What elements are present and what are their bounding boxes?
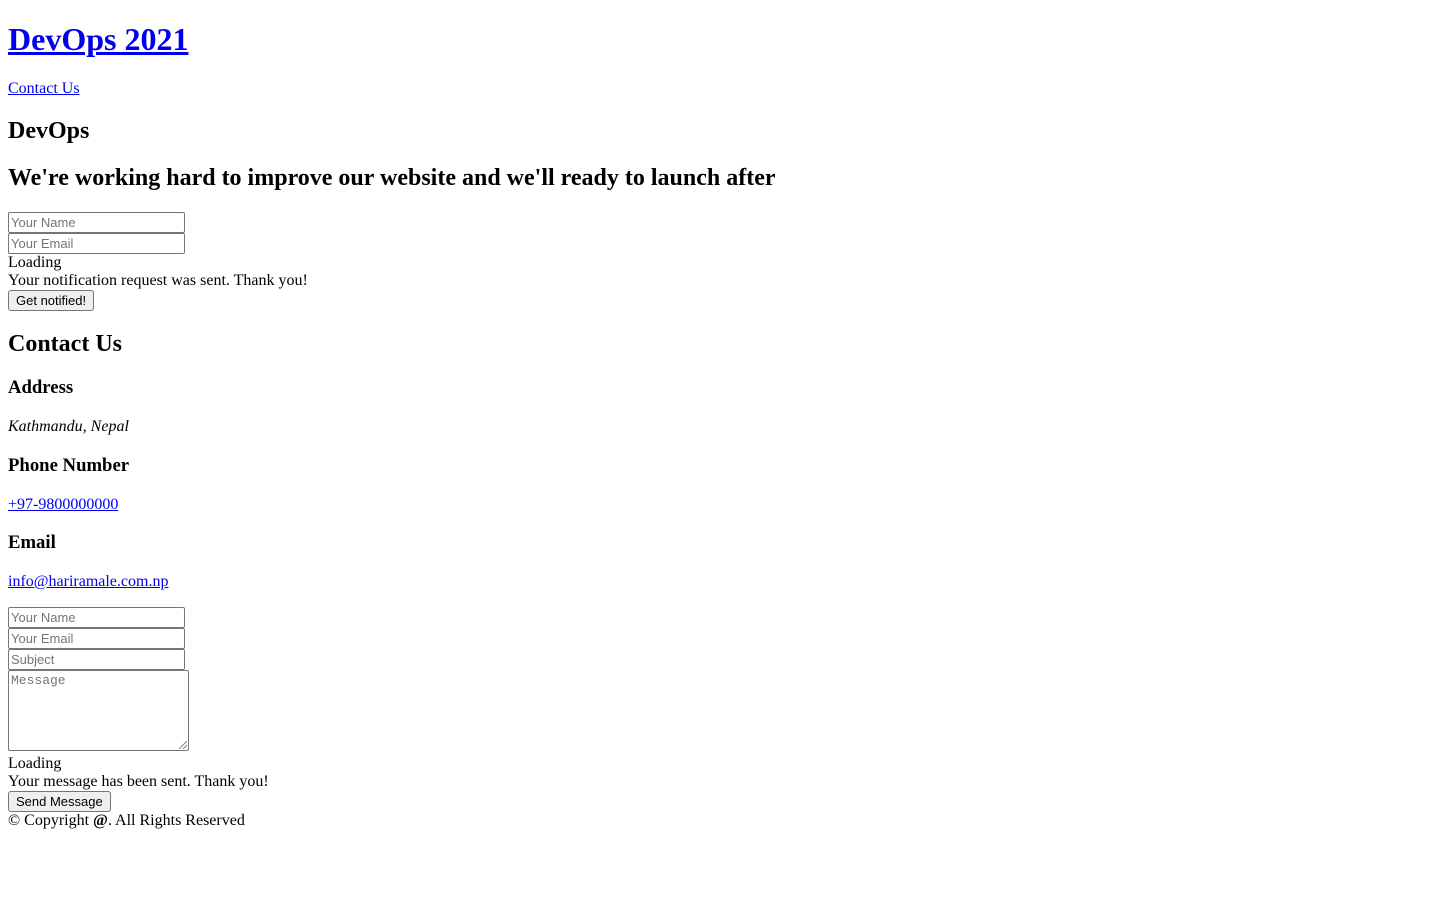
- address-text: Kathmandu, Nepal: [8, 418, 129, 435]
- address-heading: Address: [8, 377, 74, 398]
- site-title-link[interactable]: DevOps 2021: [8, 21, 188, 58]
- message-placeholder: Message: [11, 673, 66, 688]
- notify-sent-message: Your notification request was sent. Than…: [8, 272, 308, 289]
- contact-name-input[interactable]: Your Name: [8, 607, 185, 628]
- contact-subject-input[interactable]: Subject: [8, 649, 185, 670]
- nav-contact-us-link[interactable]: Contact Us: [8, 80, 80, 98]
- hero-subtitle: We're working hard to improve our websit…: [8, 165, 776, 191]
- get-notified-button[interactable]: Get notified!: [8, 290, 95, 311]
- email-heading: Email: [8, 532, 56, 553]
- contact-email-input[interactable]: Your Email: [8, 628, 185, 649]
- send-message-button[interactable]: Send Message: [8, 791, 111, 812]
- contact-sent-message: Your message has been sent. Thank you!: [8, 773, 269, 790]
- resize-grip-icon[interactable]: [179, 741, 187, 749]
- email-link[interactable]: info@hariramale.com.np: [8, 573, 168, 591]
- footer-copyright: © Copyright @. All Rights Reserved: [8, 812, 245, 830]
- notify-name-input[interactable]: Your Name: [8, 212, 185, 233]
- notify-email-input[interactable]: Your Email: [8, 233, 185, 254]
- copyright-at: @: [93, 812, 108, 829]
- contact-message-textarea[interactable]: Message: [8, 670, 189, 751]
- contact-section-title: Contact Us: [8, 331, 122, 357]
- copyright-suffix: . All Rights Reserved: [107, 812, 245, 829]
- contact-loading-text: Loading: [8, 755, 62, 772]
- notify-loading-text: Loading: [8, 254, 62, 271]
- phone-heading: Phone Number: [8, 455, 130, 476]
- page: DevOps 2021 Contact Us DevOps We're work…: [0, 0, 1440, 900]
- hero-title: DevOps: [8, 118, 90, 144]
- copyright-prefix: © Copyright: [8, 812, 94, 829]
- phone-link[interactable]: +97-9800000000: [8, 496, 118, 514]
